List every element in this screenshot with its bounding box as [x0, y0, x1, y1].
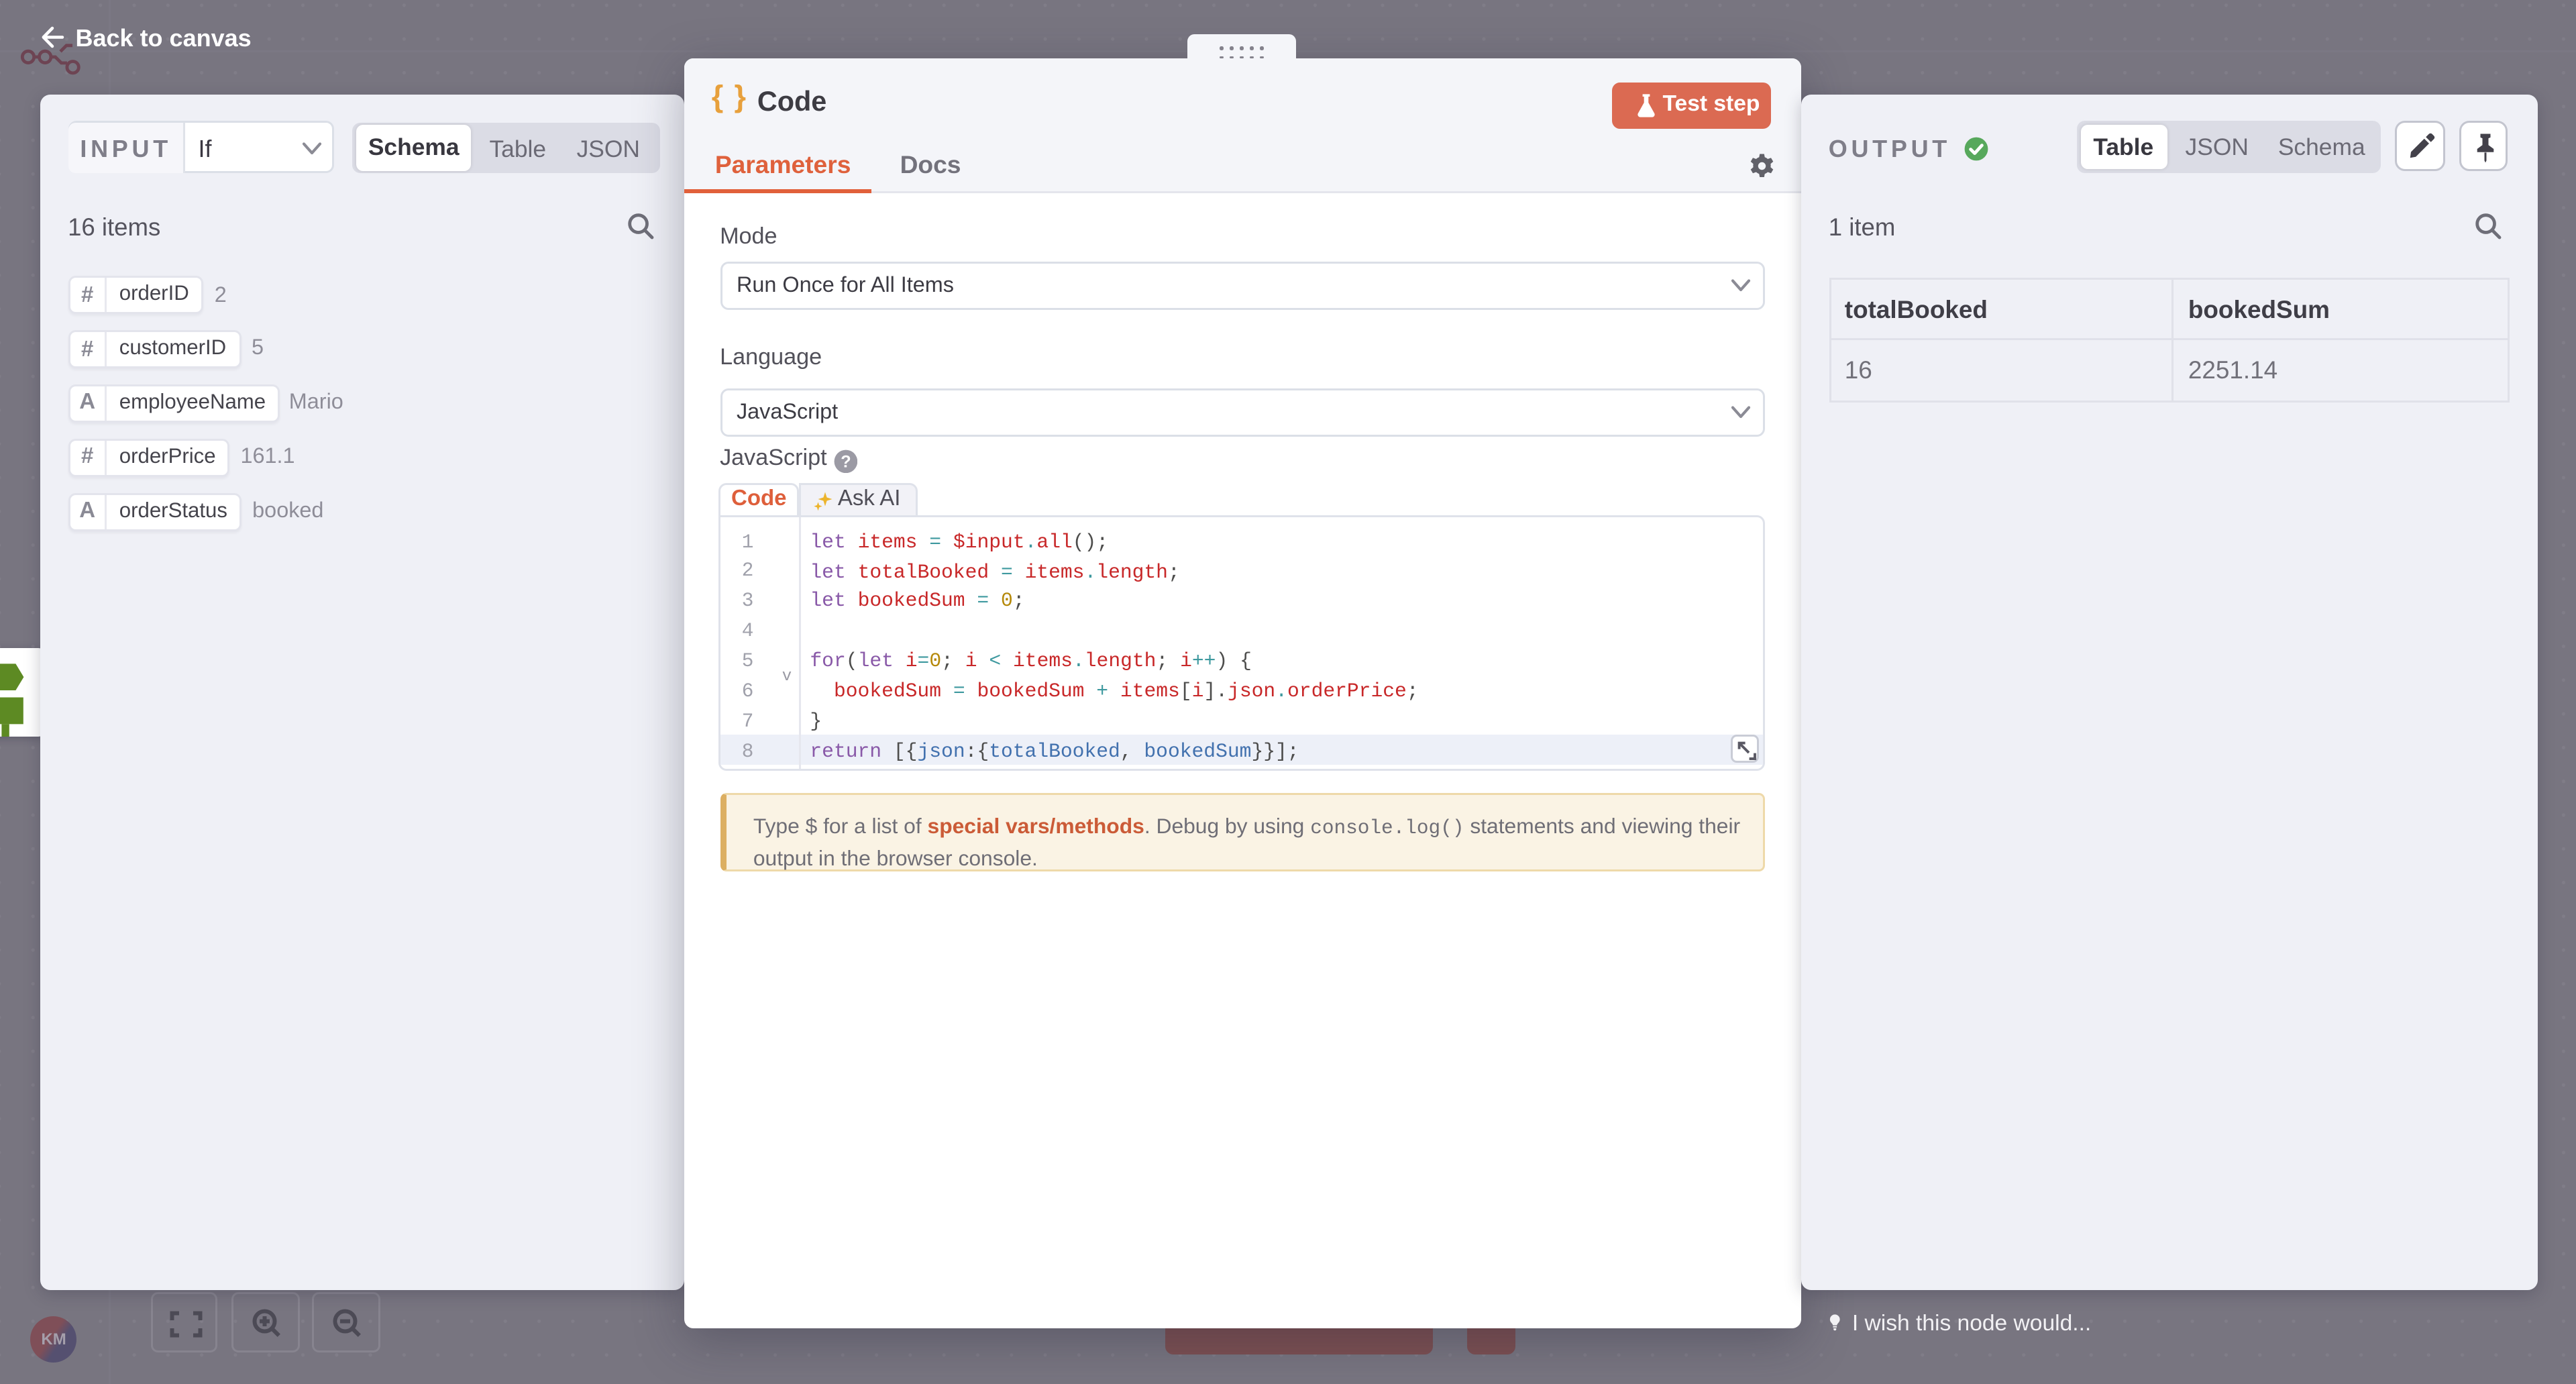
svg-text:?: ?: [840, 452, 850, 471]
